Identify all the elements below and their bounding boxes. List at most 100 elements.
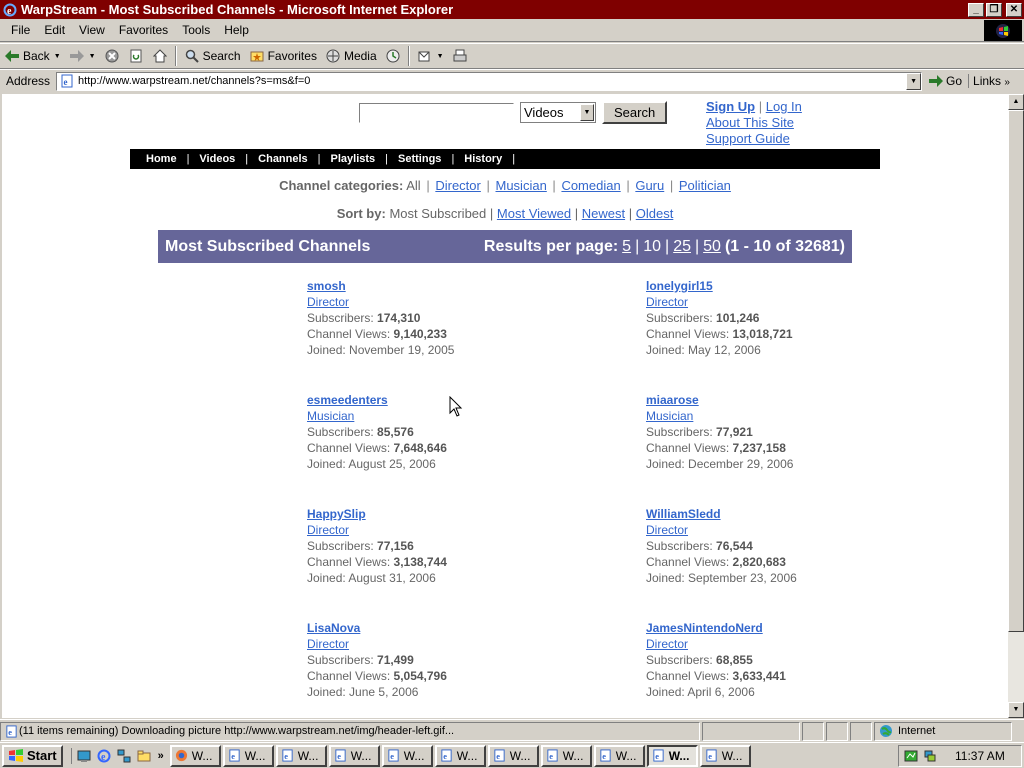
search-toolbar-label: Search — [202, 49, 241, 63]
chevron-right-icon[interactable]: » — [158, 750, 164, 762]
taskbar-item[interactable]: W... — [169, 744, 221, 767]
taskbar-item-label: W... — [509, 748, 531, 763]
network-icon[interactable] — [116, 748, 132, 764]
links-button[interactable]: Links » — [968, 74, 1014, 88]
favorites-button[interactable]: Favorites — [245, 45, 321, 67]
taskbar-item[interactable]: e W... — [540, 744, 592, 767]
search-toolbar-button[interactable]: Search — [180, 45, 245, 67]
taskbar-item[interactable]: e W... — [222, 744, 274, 767]
media-button[interactable]: Media — [321, 45, 381, 67]
taskbar-item[interactable]: e W... — [275, 744, 327, 767]
stop-button[interactable] — [100, 45, 124, 67]
category-guru[interactable]: Guru — [635, 178, 664, 193]
category-comedian[interactable]: Comedian — [561, 178, 620, 193]
channel-name-link[interactable]: smosh — [307, 279, 346, 293]
show-desktop-icon[interactable] — [76, 748, 92, 764]
site-search-input[interactable] — [359, 102, 514, 123]
menu-help[interactable]: Help — [217, 23, 256, 37]
log-in-link[interactable]: Log In — [766, 99, 802, 114]
channel-name-link[interactable]: miaarose — [646, 393, 699, 407]
tray-network-icon[interactable] — [922, 748, 938, 764]
folder-icon[interactable] — [136, 748, 152, 764]
nav-playlists[interactable]: Playlists — [321, 153, 386, 165]
ie-quicklaunch-icon[interactable]: e — [96, 748, 112, 764]
menu-favorites[interactable]: Favorites — [112, 23, 175, 37]
history-button[interactable] — [381, 45, 405, 67]
maximize-button[interactable]: ❐ — [986, 2, 1002, 17]
per-page-25[interactable]: 25 — [673, 238, 691, 256]
nav-settings[interactable]: Settings — [388, 153, 451, 165]
channel-name-link[interactable]: WilliamSledd — [646, 507, 721, 521]
nav-videos[interactable]: Videos — [189, 153, 245, 165]
site-search-button[interactable]: Search — [602, 101, 668, 124]
channel-category-link[interactable]: Director — [646, 295, 688, 309]
back-button[interactable]: Back ▼ — [0, 45, 65, 67]
sort-newest[interactable]: Newest — [582, 206, 625, 221]
menu-tools[interactable]: Tools — [175, 23, 217, 37]
scroll-down-icon[interactable]: ▼ — [1008, 702, 1024, 718]
channel-category-link[interactable]: Director — [307, 637, 349, 651]
channel-name-link[interactable]: lonelygirl15 — [646, 279, 713, 293]
home-button[interactable] — [148, 45, 172, 67]
mail-button[interactable]: ▼ — [413, 45, 448, 67]
scroll-up-icon[interactable]: ▲ — [1008, 94, 1024, 110]
per-page-50[interactable]: 50 — [703, 238, 721, 256]
forward-dropdown-icon[interactable]: ▼ — [89, 53, 96, 60]
nav-channels[interactable]: Channels — [248, 153, 318, 165]
joined-label: Joined: — [646, 571, 685, 585]
go-button[interactable]: Go — [922, 73, 968, 89]
channel-name-link[interactable]: LisaNova — [307, 621, 360, 635]
refresh-button[interactable] — [124, 45, 148, 67]
taskbar-item[interactable]: e W... — [381, 744, 433, 767]
scroll-thumb[interactable] — [1008, 110, 1024, 632]
channel-name-link[interactable]: JamesNintendoNerd — [646, 621, 763, 635]
taskbar-item[interactable]: e W... — [434, 744, 486, 767]
support-link[interactable]: Support Guide — [706, 131, 790, 146]
taskbar-item[interactable]: e W... — [699, 744, 751, 767]
category-politician[interactable]: Politician — [679, 178, 731, 193]
channel-category-link[interactable]: Musician — [307, 409, 354, 423]
channel-name-link[interactable]: esmeedenters — [307, 393, 388, 407]
taskbar-item[interactable]: e W... — [487, 744, 539, 767]
address-input[interactable]: e http://www.warpstream.net/channels?s=m… — [56, 71, 923, 91]
sort-oldest[interactable]: Oldest — [636, 206, 674, 221]
start-button[interactable]: Start — [2, 744, 63, 767]
taskbar-item-active[interactable]: e W... — [646, 744, 698, 767]
taskbar-item[interactable]: e W... — [593, 744, 645, 767]
joined-value: May 12, 2006 — [688, 343, 761, 357]
favorites-label: Favorites — [267, 49, 317, 63]
per-page-5[interactable]: 5 — [622, 238, 631, 256]
mail-dropdown-icon[interactable]: ▼ — [437, 53, 444, 60]
status-cell — [702, 721, 800, 741]
channel-name-link[interactable]: HappySlip — [307, 507, 366, 521]
menu-bar: File Edit View Favorites Tools Help — [0, 19, 1024, 42]
back-dropdown-icon[interactable]: ▼ — [54, 53, 61, 60]
vertical-scrollbar[interactable]: ▲ ▼ — [1008, 94, 1024, 718]
nav-separator: | — [512, 153, 516, 165]
forward-button[interactable]: ▼ — [65, 45, 100, 67]
taskbar-item[interactable]: e W... — [328, 744, 380, 767]
print-button[interactable] — [448, 45, 472, 67]
channel-category-link[interactable]: Director — [646, 523, 688, 537]
link-separator: | — [489, 206, 494, 221]
channel-category-link[interactable]: Musician — [646, 409, 693, 423]
about-link[interactable]: About This Site — [706, 115, 794, 130]
category-musician[interactable]: Musician — [496, 178, 547, 193]
status-cell — [802, 721, 824, 741]
category-director[interactable]: Director — [435, 178, 481, 193]
close-button[interactable]: ✕ — [1006, 2, 1022, 17]
channel-category-link[interactable]: Director — [646, 637, 688, 651]
menu-view[interactable]: View — [72, 23, 112, 37]
channel-category-link[interactable]: Director — [307, 523, 349, 537]
address-dropdown-icon[interactable]: ▼ — [906, 72, 922, 90]
nav-history[interactable]: History — [454, 153, 512, 165]
menu-file[interactable]: File — [4, 23, 37, 37]
nav-home[interactable]: Home — [136, 153, 187, 165]
tray-app-icon[interactable] — [903, 748, 919, 764]
search-scope-select[interactable]: Videos ▼ — [520, 102, 596, 123]
channel-category-link[interactable]: Director — [307, 295, 349, 309]
sign-up-link[interactable]: Sign Up — [706, 99, 755, 114]
menu-edit[interactable]: Edit — [37, 23, 72, 37]
sort-most-viewed[interactable]: Most Viewed — [497, 206, 571, 221]
minimize-button[interactable]: _ — [968, 2, 984, 17]
